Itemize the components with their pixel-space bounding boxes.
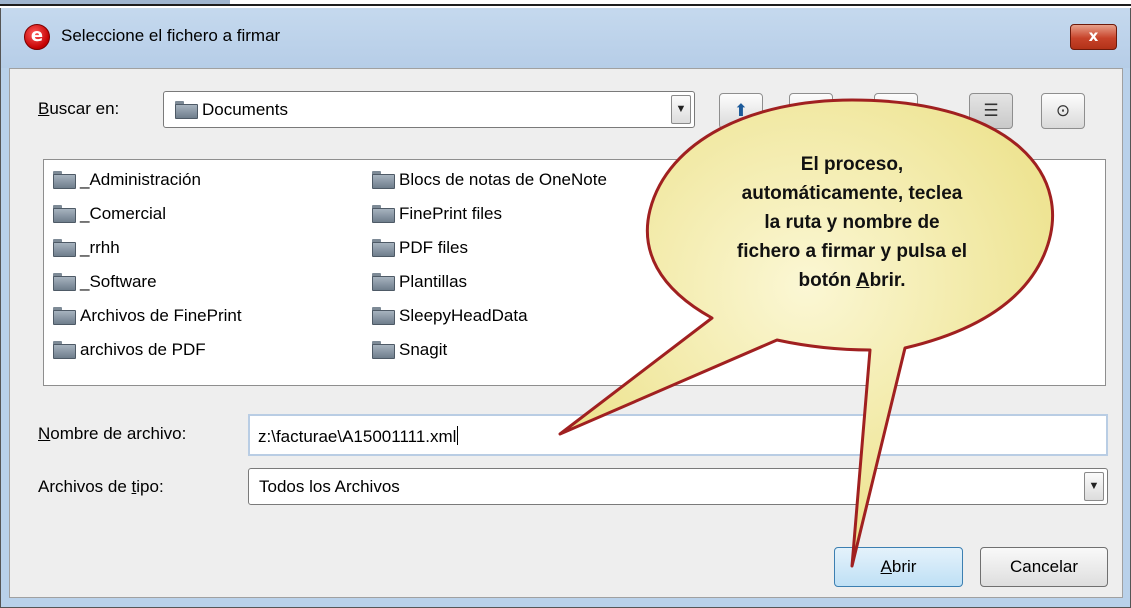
top-edge [0, 0, 1131, 6]
file-type-combo[interactable]: Todos los Archivos ▼ [248, 468, 1108, 505]
dialog-title: Seleccione el fichero a firmar [61, 26, 281, 45]
list-item[interactable]: _rrhh [53, 238, 120, 258]
folder-icon [53, 171, 76, 189]
folder-icon [372, 341, 395, 359]
new-folder-button[interactable]: ✶ [874, 93, 918, 129]
up-folder-button[interactable]: ⬆ [719, 93, 763, 129]
list-item[interactable]: _Administración [53, 170, 201, 190]
list-view-icon: ☰ [983, 101, 999, 121]
open-button[interactable]: Abrir [834, 547, 963, 587]
folder-icon [53, 205, 76, 223]
close-button[interactable]: x [1070, 24, 1117, 50]
look-in-label: Buscar en: [38, 99, 120, 118]
file-type-value: Todos los Archivos [259, 477, 400, 496]
folder-icon [372, 307, 395, 325]
file-type-label: Archivos de tipo: [38, 477, 164, 496]
list-item[interactable]: _Software [53, 272, 157, 292]
top-edge-accent [0, 0, 230, 4]
list-item[interactable]: archivos de PDF [53, 340, 206, 360]
list-item[interactable]: _Comercial [53, 204, 166, 224]
details-view-icon: ⊙ [1055, 101, 1071, 121]
cancel-button[interactable]: Cancelar [980, 547, 1108, 587]
folder-icon [53, 307, 76, 325]
folder-icon [372, 273, 395, 291]
list-item[interactable]: Blocs de notas de OneNote [372, 170, 607, 190]
list-view-button[interactable]: ☰ [969, 93, 1013, 129]
folder-icon [372, 205, 395, 223]
look-in-combo[interactable]: Documents ▼ [163, 91, 695, 128]
list-item[interactable]: Archivos de FinePrint [53, 306, 242, 326]
dialog-content: Buscar en: Documents ▼ ⬆ ⌂ ✶ ☰ ⊙ _Admini… [9, 68, 1123, 598]
details-view-button[interactable]: ⊙ [1041, 93, 1085, 129]
callout-text: El proceso, automáticamente, teclea la r… [736, 154, 968, 291]
folder-icon [53, 341, 76, 359]
look-in-value: Documents [202, 100, 288, 119]
file-chooser-dialog: e Seleccione el fichero a firmar x Busca… [0, 8, 1131, 608]
list-item[interactable]: PDF files [372, 238, 468, 258]
file-name-label: Nombre de archivo: [38, 424, 187, 443]
home-icon: ⌂ [805, 101, 817, 121]
new-folder-icon: ✶ [888, 101, 904, 121]
folder-icon [372, 171, 395, 189]
file-name-input[interactable]: z:\facturae\A15001111.xml [248, 414, 1108, 456]
list-item[interactable]: Plantillas [372, 272, 467, 292]
chevron-down-icon[interactable]: ▼ [1084, 472, 1104, 501]
up-folder-icon: ⬆ [733, 101, 749, 121]
folder-icon [372, 239, 395, 257]
list-item[interactable]: FinePrint files [372, 204, 502, 224]
chevron-down-icon[interactable]: ▼ [671, 95, 691, 124]
list-item[interactable]: SleepyHeadData [372, 306, 528, 326]
folder-icon [53, 239, 76, 257]
folder-icon [175, 101, 198, 119]
text-caret [457, 426, 459, 445]
list-item[interactable]: Snagit [372, 340, 447, 360]
home-button[interactable]: ⌂ [789, 93, 833, 129]
folder-icon [53, 273, 76, 291]
app-logo-icon: e [24, 24, 50, 50]
title-bar[interactable]: e Seleccione el fichero a firmar x [1, 8, 1130, 68]
file-name-value: z:\facturae\A15001111.xml [258, 427, 457, 446]
